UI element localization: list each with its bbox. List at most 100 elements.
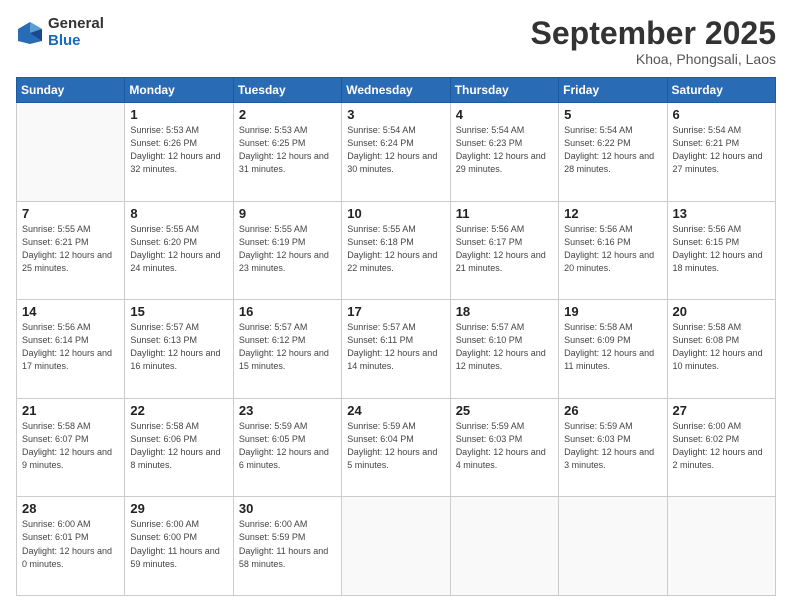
day-number: 23 [239,403,336,418]
day-number: 24 [347,403,444,418]
day-number: 17 [347,304,444,319]
col-friday: Friday [559,78,667,103]
day-info: Sunrise: 6:00 AM Sunset: 6:01 PM Dayligh… [22,518,119,570]
logo-blue-text: Blue [48,33,104,50]
table-row [450,497,558,596]
day-info: Sunrise: 5:53 AM Sunset: 6:26 PM Dayligh… [130,124,227,176]
table-row: 20 Sunrise: 5:58 AM Sunset: 6:08 PM Dayli… [667,300,775,399]
day-number: 25 [456,403,553,418]
calendar-week-row: 7 Sunrise: 5:55 AM Sunset: 6:21 PM Daylig… [17,201,776,300]
table-row [342,497,450,596]
day-info: Sunrise: 5:55 AM Sunset: 6:20 PM Dayligh… [130,223,227,275]
table-row: 15 Sunrise: 5:57 AM Sunset: 6:13 PM Dayli… [125,300,233,399]
day-info: Sunrise: 5:58 AM Sunset: 6:07 PM Dayligh… [22,420,119,472]
table-row [559,497,667,596]
day-number: 7 [22,206,119,221]
table-row: 17 Sunrise: 5:57 AM Sunset: 6:11 PM Dayli… [342,300,450,399]
day-number: 16 [239,304,336,319]
table-row: 11Sunrise: 5:56 AM Sunset: 6:17 PM Dayli… [450,201,558,300]
day-info: Sunrise: 5:56 AM Sunset: 6:14 PM Dayligh… [22,321,119,373]
logo: General Blue [16,16,104,49]
day-number: 30 [239,501,336,516]
day-info: Sunrise: 5:57 AM Sunset: 6:12 PM Dayligh… [239,321,336,373]
day-number: 27 [673,403,770,418]
day-info: Sunrise: 5:59 AM Sunset: 6:03 PM Dayligh… [564,420,661,472]
day-info: Sunrise: 5:55 AM Sunset: 6:19 PM Dayligh… [239,223,336,275]
table-row: 6 Sunrise: 5:54 AM Sunset: 6:21 PM Daylig… [667,103,775,202]
location-subtitle: Khoa, Phongsali, Laos [531,51,776,67]
calendar-week-row: 28 Sunrise: 6:00 AM Sunset: 6:01 PM Dayli… [17,497,776,596]
table-row: 1 Sunrise: 5:53 AM Sunset: 6:26 PM Daylig… [125,103,233,202]
col-tuesday: Tuesday [233,78,341,103]
day-number: 18 [456,304,553,319]
day-number: 19 [564,304,661,319]
table-row [667,497,775,596]
day-number: 4 [456,107,553,122]
day-number: 15 [130,304,227,319]
day-number: 26 [564,403,661,418]
table-row: 10Sunrise: 5:55 AM Sunset: 6:18 PM Dayli… [342,201,450,300]
day-info: Sunrise: 5:57 AM Sunset: 6:10 PM Dayligh… [456,321,553,373]
table-row: 3Sunrise: 5:54 AM Sunset: 6:24 PM Daylig… [342,103,450,202]
table-row: 28 Sunrise: 6:00 AM Sunset: 6:01 PM Dayli… [17,497,125,596]
col-wednesday: Wednesday [342,78,450,103]
day-info: Sunrise: 5:55 AM Sunset: 6:21 PM Dayligh… [22,223,119,275]
day-info: Sunrise: 5:59 AM Sunset: 6:05 PM Dayligh… [239,420,336,472]
day-info: Sunrise: 5:58 AM Sunset: 6:06 PM Dayligh… [130,420,227,472]
day-info: Sunrise: 5:54 AM Sunset: 6:23 PM Dayligh… [456,124,553,176]
day-number: 8 [130,206,227,221]
day-number: 20 [673,304,770,319]
calendar-week-row: 21 Sunrise: 5:58 AM Sunset: 6:07 PM Dayli… [17,398,776,497]
table-row: 22Sunrise: 5:58 AM Sunset: 6:06 PM Dayli… [125,398,233,497]
table-row: 16 Sunrise: 5:57 AM Sunset: 6:12 PM Dayli… [233,300,341,399]
day-number: 3 [347,107,444,122]
table-row: 24Sunrise: 5:59 AM Sunset: 6:04 PM Dayli… [342,398,450,497]
table-row: 30 Sunrise: 6:00 AM Sunset: 5:59 PM Dayli… [233,497,341,596]
day-info: Sunrise: 5:53 AM Sunset: 6:25 PM Dayligh… [239,124,336,176]
day-number: 28 [22,501,119,516]
day-info: Sunrise: 5:56 AM Sunset: 6:15 PM Dayligh… [673,223,770,275]
table-row: 5Sunrise: 5:54 AM Sunset: 6:22 PM Daylig… [559,103,667,202]
day-info: Sunrise: 5:56 AM Sunset: 6:16 PM Dayligh… [564,223,661,275]
day-number: 29 [130,501,227,516]
col-saturday: Saturday [667,78,775,103]
day-number: 1 [130,107,227,122]
table-row: 18 Sunrise: 5:57 AM Sunset: 6:10 PM Dayli… [450,300,558,399]
table-row: 9 Sunrise: 5:55 AM Sunset: 6:19 PM Daylig… [233,201,341,300]
day-number: 13 [673,206,770,221]
header: General Blue September 2025 Khoa, Phongs… [16,16,776,67]
table-row: 25 Sunrise: 5:59 AM Sunset: 6:03 PM Dayli… [450,398,558,497]
col-monday: Monday [125,78,233,103]
col-thursday: Thursday [450,78,558,103]
day-info: Sunrise: 5:58 AM Sunset: 6:08 PM Dayligh… [673,321,770,373]
day-number: 14 [22,304,119,319]
title-block: September 2025 Khoa, Phongsali, Laos [531,16,776,67]
logo-icon [16,19,44,47]
day-info: Sunrise: 5:57 AM Sunset: 6:11 PM Dayligh… [347,321,444,373]
table-row: 8 Sunrise: 5:55 AM Sunset: 6:20 PM Daylig… [125,201,233,300]
table-row: 2 Sunrise: 5:53 AM Sunset: 6:25 PM Daylig… [233,103,341,202]
table-row: 21 Sunrise: 5:58 AM Sunset: 6:07 PM Dayli… [17,398,125,497]
day-info: Sunrise: 5:57 AM Sunset: 6:13 PM Dayligh… [130,321,227,373]
logo-general-text: General [48,16,104,33]
day-info: Sunrise: 5:59 AM Sunset: 6:03 PM Dayligh… [456,420,553,472]
calendar-week-row: 14 Sunrise: 5:56 AM Sunset: 6:14 PM Dayli… [17,300,776,399]
day-number: 2 [239,107,336,122]
day-info: Sunrise: 5:55 AM Sunset: 6:18 PM Dayligh… [347,223,444,275]
day-info: Sunrise: 6:00 AM Sunset: 6:02 PM Dayligh… [673,420,770,472]
table-row: 7 Sunrise: 5:55 AM Sunset: 6:21 PM Daylig… [17,201,125,300]
table-row: 4 Sunrise: 5:54 AM Sunset: 6:23 PM Daylig… [450,103,558,202]
day-info: Sunrise: 6:00 AM Sunset: 6:00 PM Dayligh… [130,518,227,570]
table-row: 29 Sunrise: 6:00 AM Sunset: 6:00 PM Dayli… [125,497,233,596]
table-row: 19Sunrise: 5:58 AM Sunset: 6:09 PM Dayli… [559,300,667,399]
day-number: 11 [456,206,553,221]
day-number: 9 [239,206,336,221]
day-number: 6 [673,107,770,122]
day-number: 21 [22,403,119,418]
calendar-week-row: 1 Sunrise: 5:53 AM Sunset: 6:26 PM Daylig… [17,103,776,202]
day-info: Sunrise: 5:54 AM Sunset: 6:21 PM Dayligh… [673,124,770,176]
calendar-header-row: Sunday Monday Tuesday Wednesday Thursday… [17,78,776,103]
logo-text: General Blue [48,16,104,49]
day-info: Sunrise: 6:00 AM Sunset: 5:59 PM Dayligh… [239,518,336,570]
month-title: September 2025 [531,16,776,51]
